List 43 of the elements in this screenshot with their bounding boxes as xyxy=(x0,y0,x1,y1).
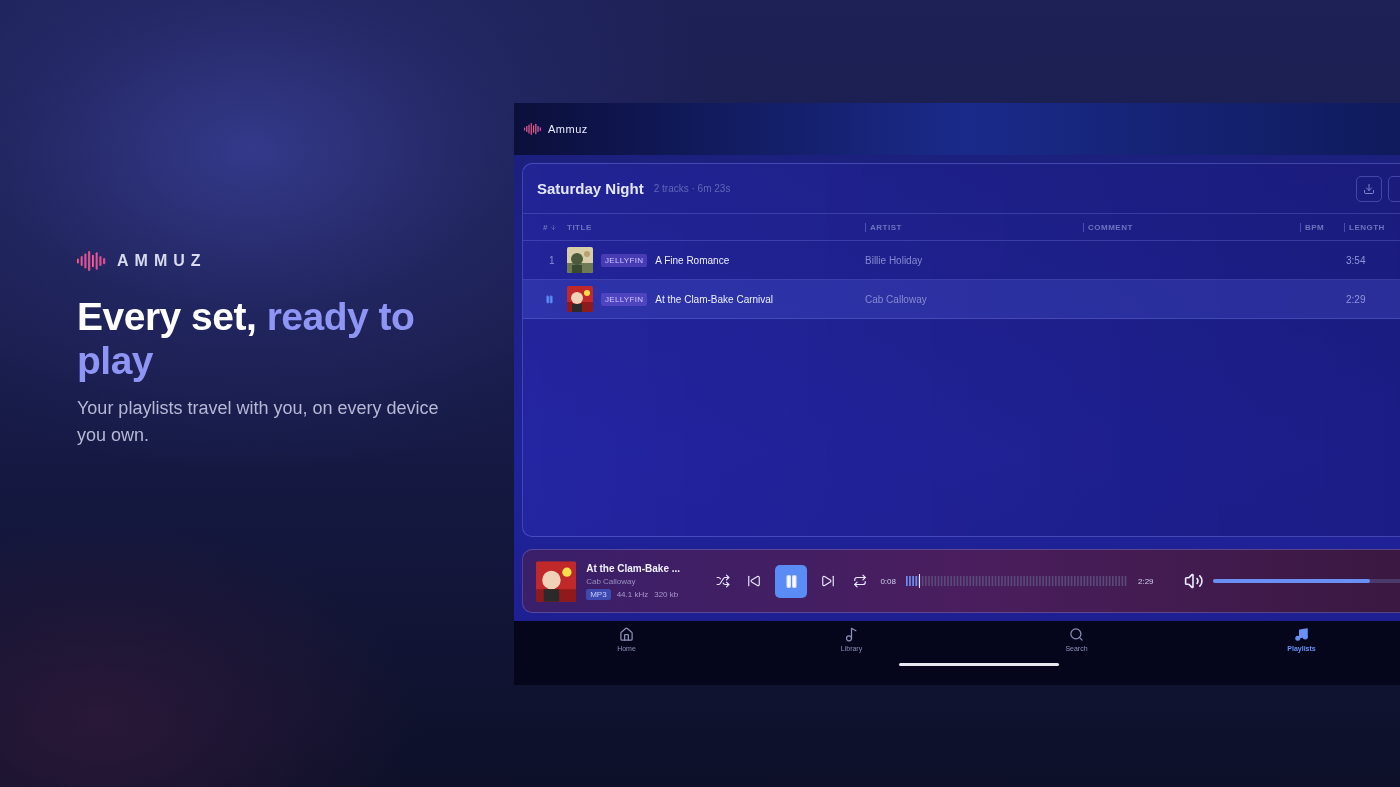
track-title: At the Clam-Bake Carnival xyxy=(655,293,774,305)
format-tag: MP3 xyxy=(586,588,611,600)
app-name: Ammuz xyxy=(548,123,588,135)
pause-icon xyxy=(545,295,554,304)
repeat-icon xyxy=(852,574,867,588)
elapsed-time: 0:08 xyxy=(880,576,896,586)
waveform-logo-icon xyxy=(77,248,107,273)
track-row[interactable]: 1 JELLYFIN A Fine Romance Billie Holiday 3:54 xyxy=(523,241,1400,280)
headline: Every set, ready to play xyxy=(77,294,416,383)
volume-icon xyxy=(1183,571,1204,591)
pause-icon xyxy=(783,573,799,589)
now-playing-artist: Cab Calloway xyxy=(586,576,637,586)
track-artist: Cab Calloway xyxy=(865,293,928,305)
shuffle-icon xyxy=(715,574,730,588)
next-icon xyxy=(821,574,836,588)
home-icon xyxy=(619,627,634,642)
track-artist: Billie Holiday xyxy=(865,254,924,266)
subtitle: Your playlists travel with you, on every device you own. xyxy=(77,396,440,447)
track-row[interactable]: JELLYFIN At the Clam-Bake Carnival Cab Calloway 2:29 xyxy=(523,280,1400,319)
download-button[interactable] xyxy=(1356,175,1382,202)
total-time: 2:29 xyxy=(1137,576,1154,586)
source-tag: JELLYFIN xyxy=(601,253,648,267)
playlist-title: Saturday Night xyxy=(537,180,644,197)
now-playing-title: At the Clam-Bake ... xyxy=(586,562,682,574)
sample-rate: 44.1 kHz xyxy=(616,589,649,599)
volume-slider[interactable] xyxy=(1213,579,1370,583)
track-number: 1 xyxy=(548,254,556,266)
waveform-logo-icon xyxy=(524,122,542,136)
track-title: A Fine Romance xyxy=(655,254,730,266)
pause-button[interactable] xyxy=(774,564,808,598)
download-icon xyxy=(1363,182,1375,195)
sort-icon xyxy=(549,223,557,231)
column-header[interactable]: BPM xyxy=(1300,222,1344,232)
music-note-icon xyxy=(1294,627,1309,642)
track-length: 2:29 xyxy=(1345,293,1367,305)
source-tag: JELLYFIN xyxy=(601,292,648,306)
search-icon xyxy=(1069,627,1084,642)
track-length: 3:54 xyxy=(1345,254,1367,266)
waveform-seek-bar[interactable] xyxy=(905,574,1128,588)
previous-icon xyxy=(747,574,762,588)
column-header[interactable]: LENGTH xyxy=(1344,222,1400,232)
brand-name: AMMUZ xyxy=(117,251,207,270)
bitrate: 320 kb xyxy=(654,589,679,599)
